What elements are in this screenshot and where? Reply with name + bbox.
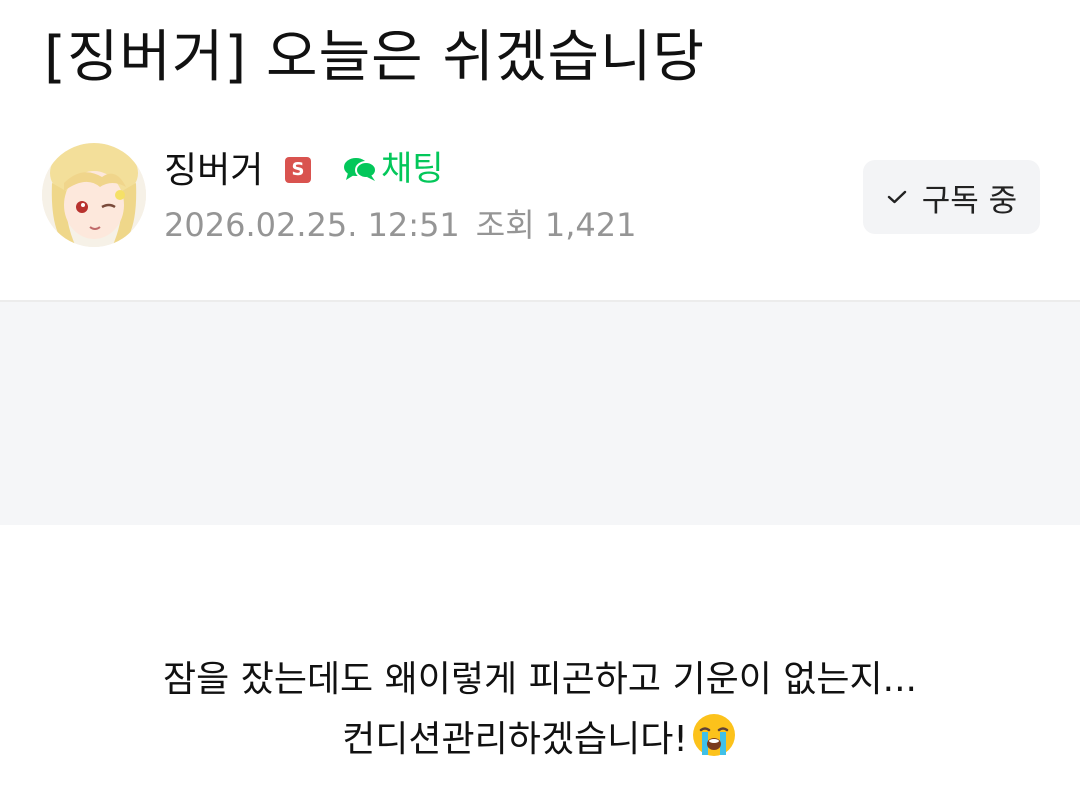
post-date: 2026.02.25. 12:51 <box>164 206 460 244</box>
check-icon <box>886 189 908 205</box>
loudly-crying-face-icon <box>690 711 738 759</box>
chat-bubbles-icon <box>343 155 377 183</box>
body-line-2: 컨디션관리하겠습니다! <box>0 710 1080 770</box>
avatar-image <box>42 143 146 247</box>
view-count: 조회 1,421 <box>475 206 637 244</box>
post-meta: 2026.02.25. 12:51 조회 1,421 <box>164 205 636 245</box>
subscribe-label: 구독 중 <box>921 182 1018 219</box>
body-line-1: 잠을 잤는데도 왜이렇게 피곤하고 기운이 없는지... <box>163 659 917 700</box>
post-body: 잠을 잤는데도 왜이렇게 피곤하고 기운이 없는지... 컨디션관리하겠습니다! <box>0 650 1080 770</box>
author-row: 징버거 S 채팅 2026.02.25. 12:51 조회 1,421 구독 중 <box>42 143 1042 253</box>
chat-label: 채팅 <box>381 149 444 189</box>
post-title: [징버거] 오늘은 쉬겠습니당 <box>44 25 706 90</box>
author-name[interactable]: 징버거 <box>164 149 263 193</box>
avatar[interactable] <box>42 143 146 247</box>
image-placeholder <box>0 302 1080 525</box>
body-line-2-text: 컨디션관리하겠습니다! <box>342 719 688 760</box>
subscribe-button[interactable]: 구독 중 <box>863 160 1040 234</box>
chat-button[interactable]: 채팅 <box>343 147 444 191</box>
seller-badge: S <box>285 157 311 183</box>
